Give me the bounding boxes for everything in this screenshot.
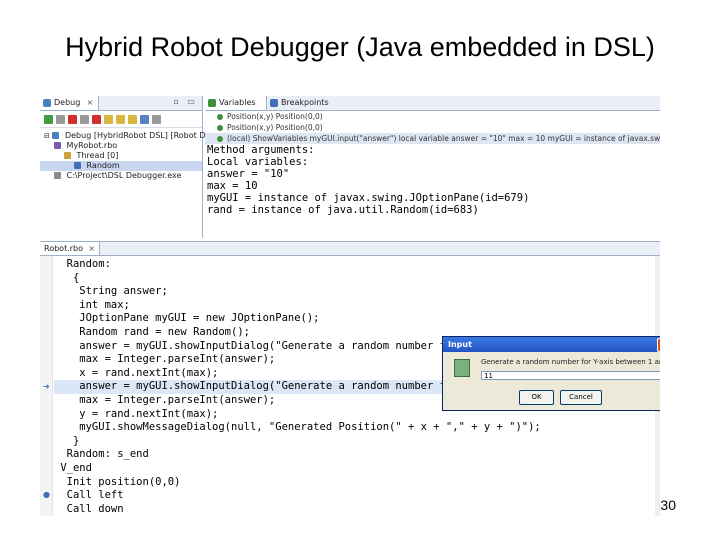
code-line[interactable]: myGUI.showMessageDialog(null, "Generated… [54,421,658,435]
debug-tabbar: Debug × ▫ ▭ [40,96,202,111]
editor-tabbar: Robot.rbo × [40,242,660,256]
slide-number: 30 [660,497,676,513]
code-line[interactable]: Random: s_end [54,448,658,462]
tree-item-label: C:\Project\DSL Debugger.exe [66,171,182,180]
tree-item-launch[interactable]: ⊟ Debug [HybridRobot DSL] [Robot DSL] [40,131,218,141]
detail-line: Local variables: [207,156,309,168]
breakpoint-icon[interactable]: ● [43,490,50,499]
debug-view: Debug × ▫ ▭ ⊟ Debug [HybridRobot DSL] [R… [40,96,218,238]
tree-item-thread[interactable]: Thread [0] [40,151,202,161]
close-icon[interactable]: × [88,242,95,255]
step-over-icon[interactable] [116,114,125,124]
detail-line: max = 10 [207,180,258,192]
variables-tabbar: Variables Breakpoints [205,96,660,111]
code-line[interactable]: Random: [54,258,658,272]
editor-tab-label: Robot.rbo [44,244,84,253]
variable-text: Position(x,y) Position(0,0) [227,123,323,132]
code-line[interactable]: String answer; [54,285,658,299]
use-step-filters-icon[interactable] [152,114,161,124]
variable-icon [217,125,223,131]
variables-view: Variables Breakpoints Position(x,y) Posi… [205,96,660,238]
process-icon [54,172,61,179]
resume-icon[interactable] [44,114,53,124]
tab-variables[interactable]: Variables [205,96,267,110]
detail-line: Method arguments: [207,144,315,156]
variable-text: (local) ShowVariables myGUI.input("answe… [227,134,660,143]
code-line[interactable]: Call left [54,489,658,503]
remove-terminated-icon[interactable] [92,114,101,124]
variable-text: Position(x,y) Position(0,0) [227,112,323,121]
debug-toolbar [40,111,202,128]
code-line[interactable]: } [54,435,658,449]
variables-icon [208,99,216,107]
detail-line: myGUI = instance of javax.swing.JOptionP… [207,192,530,204]
variables-list: Position(x,y) Position(0,0) Position(x,y… [205,111,660,144]
debug-tree: ⊟ Debug [HybridRobot DSL] [Robot DSL] My… [40,128,218,181]
debug-launch-icon [52,132,60,139]
input-dialog: Input × Generate a random number for Y-a… [442,336,660,411]
tab-variables-label: Variables [219,98,256,107]
tree-item-label: Random [86,161,120,170]
tree-item-target[interactable]: MyRobot.rbo [40,141,202,151]
stack-frame-icon [74,162,81,169]
tab-debug[interactable]: Debug × [40,96,100,110]
tree-item-process[interactable]: C:\Project\DSL Debugger.exe [40,171,202,181]
slide-title: Hybrid Robot Debugger (Java embedded in … [65,32,655,62]
dialog-message: Generate a random number for Y-axis betw… [481,358,660,366]
detail-line: answer = "10" [207,168,290,180]
ide-screenshot: Debug × ▫ ▭ ⊟ Debug [HybridRobot DSL] [R… [40,96,660,516]
cancel-button[interactable]: Cancel [560,390,602,405]
tab-robot-file[interactable]: Robot.rbo × [40,242,101,255]
code-line[interactable]: { [54,272,658,286]
variable-row[interactable]: Position(x,y) Position(0,0) [205,122,660,133]
dialog-title: Input [448,340,472,349]
step-into-icon[interactable] [104,114,113,124]
tab-breakpoints[interactable]: Breakpoints [267,96,339,110]
editor-gutter[interactable]: ➜ ● [40,256,53,516]
terminate-icon[interactable] [68,114,77,124]
question-icon [454,359,470,377]
dialog-input-field[interactable]: 11 [481,371,660,380]
variable-row[interactable]: Position(x,y) Position(0,0) [205,111,660,122]
variable-icon [217,136,223,142]
tree-item-label: Thread [0] [76,151,119,160]
tab-breakpoints-label: Breakpoints [281,98,329,107]
close-icon[interactable]: × [657,338,660,352]
dialog-titlebar[interactable]: Input × [443,337,660,352]
ok-button[interactable]: OK [519,390,554,405]
close-icon[interactable]: × [87,96,94,110]
expand-icon[interactable]: ⊟ [44,132,50,140]
variable-row-selected[interactable]: (local) ShowVariables myGUI.input("answe… [205,133,660,144]
variable-detail-pane[interactable]: Method arguments: Local variables: answe… [205,144,660,216]
detail-line: rand = instance of java.util.Random(id=6… [207,204,479,216]
disconnect-icon[interactable] [80,114,89,124]
target-icon [54,142,61,149]
suspend-icon[interactable] [56,114,65,124]
tab-debug-label: Debug [54,98,81,107]
code-line[interactable]: V_end [54,462,658,476]
breakpoints-icon [270,99,278,107]
tree-item-frame[interactable]: Random [40,161,202,171]
thread-icon [64,152,71,159]
code-line[interactable]: Init position(0,0) [54,476,658,490]
bug-icon [43,99,51,107]
variable-icon [217,114,223,120]
instruction-pointer-icon: ➜ [43,382,50,391]
tree-item-label: MyRobot.rbo [66,141,118,150]
drop-to-frame-icon[interactable] [140,114,149,124]
tree-item-label: Debug [HybridRobot DSL] [Robot DSL] [64,131,219,140]
step-return-icon[interactable] [128,114,137,124]
code-line[interactable]: Call down [54,503,658,516]
code-line[interactable]: JOptionPane myGUI = new JOptionPane(); [54,312,658,326]
code-line[interactable]: int max; [54,299,658,313]
window-buttons[interactable]: ▫ ▭ [173,97,198,106]
